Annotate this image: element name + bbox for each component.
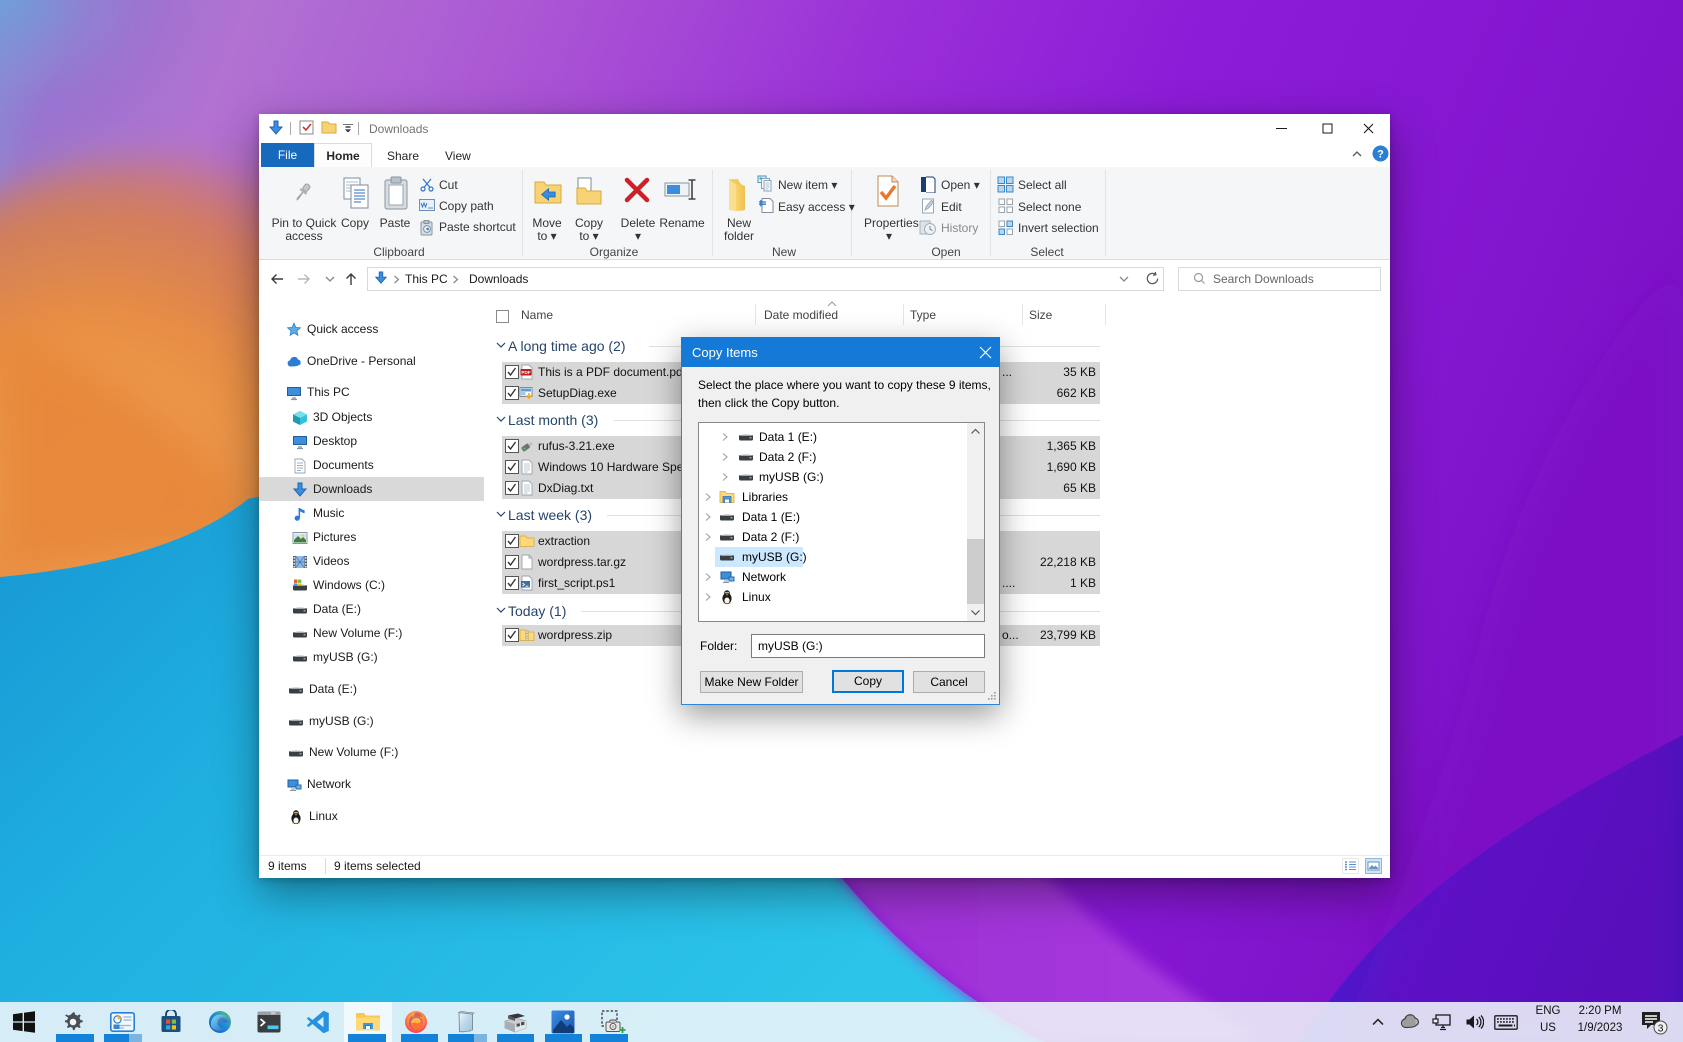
svg-text:?: ?	[1377, 149, 1384, 161]
svg-text:3: 3	[1658, 1022, 1664, 1034]
